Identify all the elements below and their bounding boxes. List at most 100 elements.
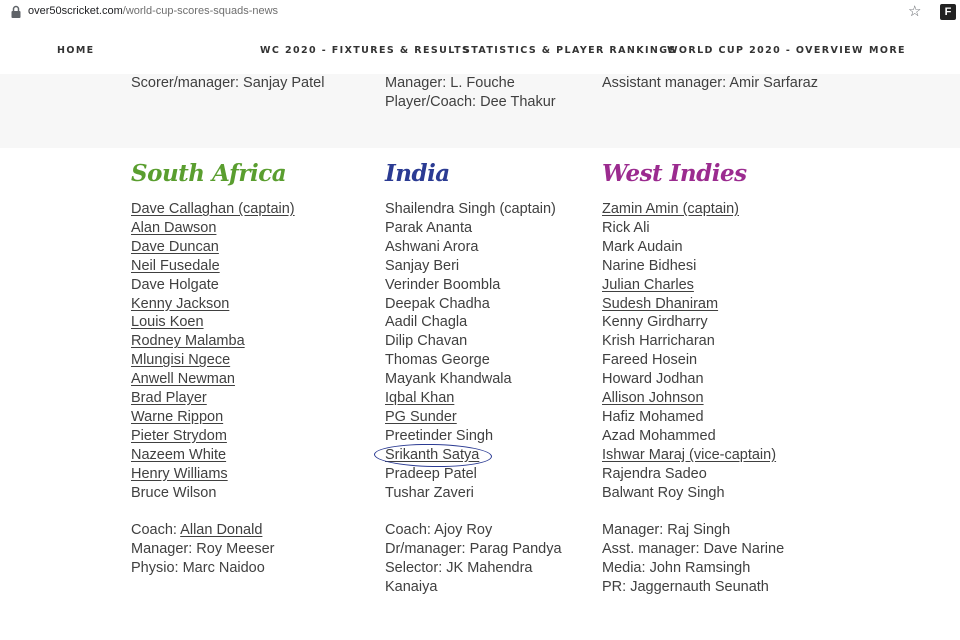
team-heading-west-indies: West Indies bbox=[602, 160, 747, 187]
player-name: Dave Holgate bbox=[131, 276, 219, 293]
nav-home[interactable]: HOME bbox=[57, 45, 95, 56]
url-domain: over50scricket.com bbox=[28, 5, 123, 17]
player-name: Bruce Wilson bbox=[131, 484, 217, 501]
player-link[interactable]: Alan Dawson bbox=[131, 219, 216, 238]
extension-icon[interactable]: F bbox=[940, 4, 956, 20]
player-link[interactable]: Julian Charles bbox=[602, 276, 694, 295]
staff-name: Jaggernauth Seunath bbox=[630, 579, 769, 595]
player-name: Mayank Khandwala bbox=[385, 371, 512, 388]
player-link[interactable]: PG Sunder bbox=[385, 408, 457, 427]
staff-line: Media: John Ramsingh bbox=[602, 559, 750, 578]
player-link[interactable]: Anwell Newman bbox=[131, 370, 235, 389]
staff-name: Marc Naidoo bbox=[182, 560, 265, 577]
staff-line: Scorer/manager: Sanjay Patel bbox=[131, 75, 325, 91]
staff-name: Raj Singh bbox=[667, 522, 731, 539]
player-link[interactable]: Kenny Jackson bbox=[131, 295, 229, 314]
address-bar[interactable]: over50scricket.com/world-cup-scores-squa… bbox=[0, 0, 960, 25]
previous-squads-band: Scorer/manager: Sanjay Patel Manager: L.… bbox=[0, 74, 960, 148]
nav-world-cup-overview[interactable]: WORLD CUP 2020 - OVERVIEW bbox=[667, 45, 864, 56]
player-name: Kenny Girdharry bbox=[602, 314, 708, 331]
player-name: Shailendra Singh (captain) bbox=[385, 201, 556, 217]
player-link[interactable]: Neil Fusedale bbox=[131, 257, 220, 276]
staff-line: Manager: Roy Meeser bbox=[131, 540, 274, 559]
staff-line: Asst. manager: Dave Narine bbox=[602, 540, 784, 559]
player-name: Azad Mohammed bbox=[602, 427, 716, 444]
player-name: Dilip Chavan bbox=[385, 333, 468, 350]
player-name: Fareed Hosein bbox=[602, 352, 698, 369]
player-name: Howard Jodhan bbox=[602, 371, 704, 388]
staff-line: Player/Coach: Dee Thakur bbox=[385, 94, 556, 110]
team-heading-south-africa: South Africa bbox=[131, 160, 287, 187]
player-link[interactable]: Mlungisi Ngece bbox=[131, 351, 230, 370]
player-link[interactable]: Ishwar Maraj (vice-captain) bbox=[602, 446, 776, 465]
staff-line: Manager: L. Fouche bbox=[385, 75, 515, 91]
player-name: Rajendra Sadeo bbox=[602, 465, 707, 482]
player-name: Deepak Chadha bbox=[385, 295, 490, 312]
star-icon[interactable]: ☆ bbox=[908, 3, 921, 19]
staff-name: Roy Meeser bbox=[196, 541, 275, 558]
staff-line: Assistant manager: Amir Sarfaraz bbox=[602, 75, 818, 91]
nav-more[interactable]: MORE bbox=[869, 45, 906, 56]
player-name: Balwant Roy Singh bbox=[602, 484, 725, 501]
url-text[interactable]: over50scricket.com/world-cup-scores-squa… bbox=[28, 5, 278, 17]
staff-link[interactable]: Allan Donald bbox=[180, 522, 262, 538]
staff-line: PR: Jaggernauth Seunath bbox=[602, 578, 769, 597]
staff-role-label: Selector: bbox=[385, 560, 447, 577]
lock-icon bbox=[11, 5, 21, 18]
staff-name: Ajoy Roy bbox=[434, 522, 493, 539]
team-heading-india: India bbox=[385, 160, 450, 187]
staff-name: John Ramsingh bbox=[649, 560, 751, 577]
player-link[interactable]: Warne Rippon bbox=[131, 408, 223, 427]
staff-line: Physio: Marc Naidoo bbox=[131, 559, 265, 578]
player-name: Aadil Chagla bbox=[385, 314, 468, 331]
player-link[interactable]: Sudesh Dhaniram bbox=[602, 295, 718, 314]
player-name: Parak Ananta bbox=[385, 219, 473, 236]
staff-line: Selector: JK Mahendra bbox=[385, 559, 533, 578]
staff-role-label: Dr/manager: bbox=[385, 541, 470, 558]
staff-name: JK Mahendra bbox=[446, 560, 533, 577]
player-link[interactable]: Allison Johnson bbox=[602, 389, 704, 408]
player-link[interactable]: Brad Player bbox=[131, 389, 207, 408]
player-name: Tushar Zaveri bbox=[385, 484, 474, 501]
player-name: Narine Bidhesi bbox=[602, 257, 697, 274]
player-link[interactable]: Louis Koen bbox=[131, 313, 204, 332]
staff-role-label: Asst. manager: bbox=[602, 541, 704, 558]
player-name: Krish Harricharan bbox=[602, 333, 715, 350]
staff-line: Dr/manager: Parag Pandya bbox=[385, 540, 562, 559]
player-link[interactable]: Nazeem White bbox=[131, 446, 226, 465]
staff-line: Coach: Ajoy Roy bbox=[385, 521, 492, 540]
nav-fixtures-results[interactable]: WC 2020 - FIXTURES & RESULTS bbox=[260, 45, 470, 56]
staff-role-label: Coach: bbox=[131, 522, 181, 539]
staff-name: Kanaiya bbox=[385, 579, 438, 595]
player-name: Mark Audain bbox=[602, 238, 683, 255]
player-name: Preetinder Singh bbox=[385, 427, 494, 444]
staff-line: Coach: Allan Donald bbox=[131, 521, 262, 540]
player-name: Ashwani Arora bbox=[385, 238, 479, 255]
staff-name: Dave Narine bbox=[703, 541, 785, 558]
player-name: Verinder Boombla bbox=[385, 276, 501, 293]
player-name: Hafiz Mohamed bbox=[602, 408, 704, 425]
player-link[interactable]: Henry Williams bbox=[131, 465, 228, 484]
player-link[interactable]: Iqbal Khan bbox=[385, 389, 454, 408]
staff-name: Parag Pandya bbox=[469, 541, 562, 558]
staff-role-label: PR: bbox=[602, 579, 631, 595]
staff-line: Kanaiya bbox=[385, 578, 437, 597]
site-nav: HOME WC 2020 - FIXTURES & RESULTS STATIS… bbox=[0, 24, 960, 74]
url-path: /world-cup-scores-squads-news bbox=[122, 5, 279, 17]
player-link[interactable]: Pieter Strydom bbox=[131, 427, 227, 446]
staff-role-label: Manager: bbox=[131, 541, 197, 558]
player-name: Pradeep Patel bbox=[385, 465, 477, 482]
staff-role-label: Manager: bbox=[602, 522, 668, 539]
staff-role-label: Coach: bbox=[385, 522, 435, 539]
player-name: Sanjay Beri bbox=[385, 257, 460, 274]
player-link[interactable]: Rodney Malamba bbox=[131, 332, 245, 351]
player-link[interactable]: Dave Callaghan (captain) bbox=[131, 200, 295, 219]
player-name: Rick Ali bbox=[602, 219, 650, 236]
player-name: Thomas George bbox=[385, 352, 490, 369]
staff-role-label: Physio: bbox=[131, 560, 183, 577]
nav-statistics-rankings[interactable]: STATISTICS & PLAYER RANKINGS bbox=[463, 45, 677, 56]
player-link[interactable]: Zamin Amin (captain) bbox=[602, 200, 739, 219]
staff-role-label: Media: bbox=[602, 560, 650, 577]
player-link[interactable]: Dave Duncan bbox=[131, 238, 219, 257]
staff-line: Manager: Raj Singh bbox=[602, 521, 730, 540]
